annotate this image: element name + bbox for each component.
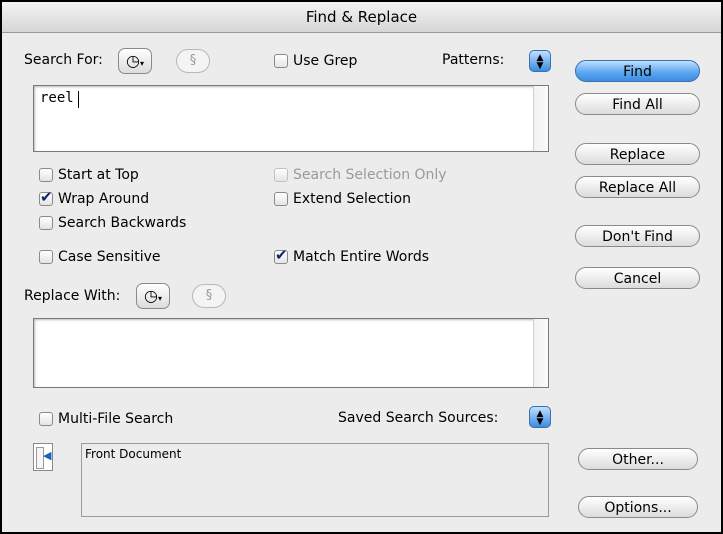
replace-history-button[interactable]: ◷▾ (136, 283, 170, 309)
search-selection-only-box (274, 168, 288, 182)
replace-with-label: Replace With: (24, 288, 121, 304)
replace-all-button[interactable]: Replace All (575, 176, 700, 198)
multi-file-search-checkbox[interactable]: Multi-File Search (39, 411, 173, 427)
start-at-top-checkbox[interactable]: Start at Top (39, 167, 139, 183)
start-at-top-label: Start at Top (58, 167, 139, 183)
case-sensitive-checkbox[interactable]: Case Sensitive (39, 249, 161, 265)
wrap-around-checkbox[interactable]: Wrap Around (39, 188, 150, 207)
dont-find-button[interactable]: Don't Find (575, 225, 700, 247)
search-field-text: reel (40, 90, 74, 106)
extend-selection-checkbox[interactable]: Extend Selection (274, 191, 411, 207)
extend-selection-label: Extend Selection (293, 191, 411, 207)
search-backwards-box[interactable] (39, 216, 53, 230)
search-backwards-label: Search Backwards (58, 215, 187, 231)
use-grep-checkbox[interactable]: Use Grep (274, 53, 357, 69)
window-title: Find & Replace (2, 2, 721, 33)
search-backwards-checkbox[interactable]: Search Backwards (39, 215, 186, 231)
start-at-top-box[interactable] (39, 168, 53, 182)
replace-field-scrollbar[interactable] (533, 319, 548, 387)
use-grep-box[interactable] (274, 54, 288, 68)
search-field[interactable]: reel (33, 85, 549, 152)
saved-search-sources-label: Saved Search Sources: (338, 410, 499, 426)
patterns-label: Patterns: (442, 52, 505, 68)
find-button[interactable]: Find (575, 60, 700, 82)
section-icon: § (189, 53, 197, 68)
search-history-button[interactable]: ◷▾ (118, 48, 152, 74)
section-icon: § (205, 288, 213, 303)
replace-field[interactable] (33, 318, 549, 388)
updown-arrows-icon: ▲ ▼ (536, 409, 544, 427)
replace-button[interactable]: Replace (575, 143, 700, 165)
search-special-chars-button[interactable]: § (176, 49, 210, 73)
clock-menu-icon: ◷ (144, 286, 158, 305)
wrap-around-label: Wrap Around (58, 191, 150, 207)
replace-special-chars-button[interactable]: § (192, 284, 226, 308)
find-replace-window: Find & Replace Search For: ◷▾ § Use Grep… (0, 0, 723, 534)
search-sources-list[interactable]: Front Document (81, 443, 549, 517)
search-for-label: Search For: (24, 52, 103, 68)
search-field-scrollbar[interactable] (533, 86, 548, 151)
case-sensitive-label: Case Sensitive (58, 249, 161, 265)
match-entire-words-box[interactable] (274, 246, 288, 264)
updown-arrows-icon: ▲ ▼ (536, 53, 544, 71)
options-button[interactable]: Options... (578, 496, 698, 518)
match-entire-words-checkbox[interactable]: Match Entire Words (274, 246, 430, 265)
saved-search-sources-popup[interactable]: ▲ ▼ (529, 406, 551, 428)
other-button[interactable]: Other... (578, 448, 698, 470)
text-cursor (78, 91, 79, 108)
patterns-popup[interactable]: ▲ ▼ (529, 50, 551, 72)
case-sensitive-box[interactable] (39, 250, 53, 264)
match-entire-words-label: Match Entire Words (293, 249, 430, 265)
multi-file-search-label: Multi-File Search (58, 411, 174, 427)
multi-file-search-box[interactable] (39, 412, 53, 426)
clock-menu-icon: ◷ (126, 51, 140, 70)
find-all-button[interactable]: Find All (575, 93, 700, 115)
cancel-button[interactable]: Cancel (575, 267, 700, 289)
source-list-item[interactable]: Front Document (85, 447, 181, 461)
use-grep-label: Use Grep (293, 53, 358, 69)
extend-selection-box[interactable] (274, 192, 288, 206)
search-selection-only-checkbox: Search Selection Only (274, 167, 447, 183)
arrow-left-icon: ◀ (43, 449, 52, 462)
wrap-around-box[interactable] (39, 188, 53, 206)
search-selection-only-label: Search Selection Only (293, 167, 447, 183)
add-source-button[interactable]: ◀ (33, 443, 53, 471)
